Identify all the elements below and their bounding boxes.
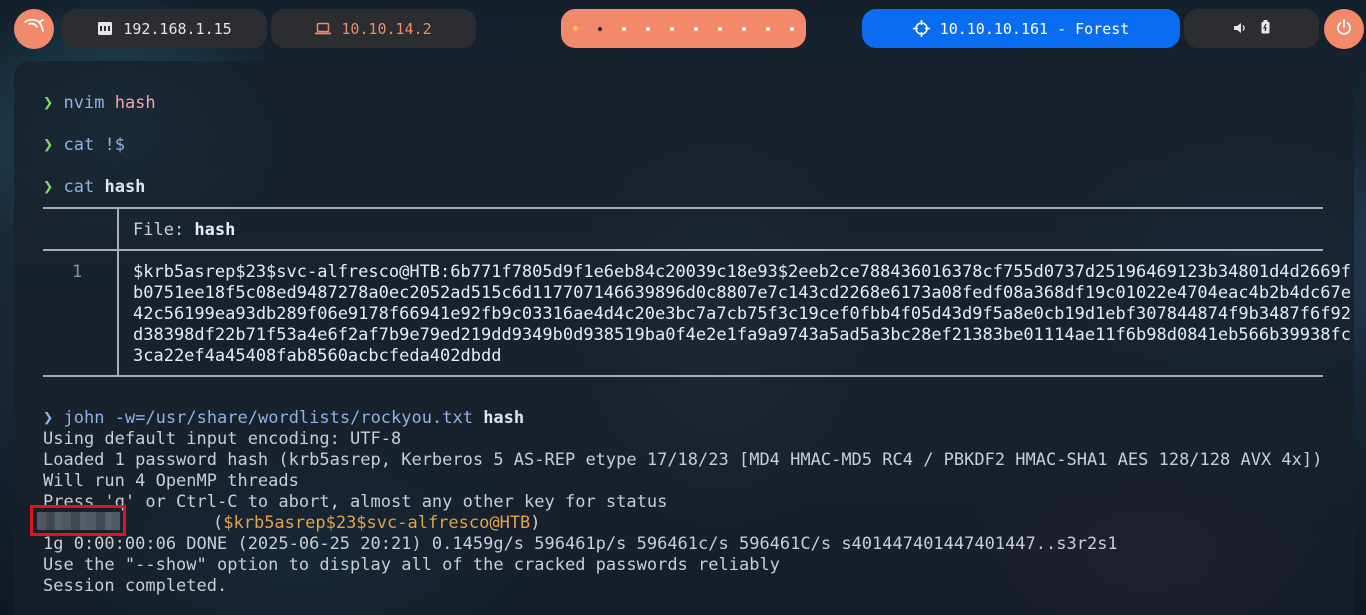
workspace-dot[interactable] bbox=[646, 26, 650, 31]
prompt-symbol: ❯ bbox=[43, 408, 54, 428]
workspace-dot[interactable] bbox=[573, 26, 578, 31]
cracked-user: $krb5asrep$23$svc-alfresco@HTB bbox=[223, 513, 531, 533]
prompt-symbol: ❯ bbox=[43, 93, 54, 113]
output-line: Loaded 1 password hash (krb5asrep, Kerbe… bbox=[43, 450, 1323, 470]
cracked-line: ($krb5asrep$23$svc-alfresco@HTB) bbox=[213, 513, 541, 534]
power-button[interactable] bbox=[1324, 9, 1364, 49]
workspace-dot[interactable] bbox=[718, 26, 722, 31]
vpn-ip-text: 10.10.14.2 bbox=[341, 19, 432, 38]
bat-header-rule bbox=[43, 249, 1323, 251]
status-line: 1g 0:00:00:06 DONE (2025-06-25 20:21) 0.… bbox=[43, 534, 1118, 554]
bat-top-rule bbox=[43, 207, 1323, 209]
bat-bottom-rule bbox=[43, 375, 1323, 377]
command-line: ❯ john -w=/usr/share/wordlists/rockyou.t… bbox=[43, 408, 524, 429]
terminal-window[interactable]: ❯ nvim hash ❯ cat !$ ❯ cat hash File: ha… bbox=[14, 61, 1354, 615]
command-name: john bbox=[63, 408, 105, 428]
command-arg: hash bbox=[114, 93, 156, 113]
hash-line: $krb5asrep$23$svc-alfresco@HTB:6b771f780… bbox=[133, 262, 1351, 282]
prompt-symbol: ❯ bbox=[43, 135, 54, 155]
kali-dragon-icon bbox=[23, 18, 45, 40]
hash-content[interactable]: $krb5asrep$23$svc-alfresco@HTB:6b771f780… bbox=[133, 262, 1351, 367]
workspace-dot-active[interactable] bbox=[598, 26, 602, 31]
bat-file-name: hash bbox=[194, 220, 236, 240]
local-ip-text: 192.168.1.15 bbox=[123, 19, 232, 38]
session-line: Session completed. bbox=[43, 576, 228, 596]
command-arg: hash bbox=[104, 177, 146, 197]
vpn-ip-widget[interactable]: 10.10.14.2 bbox=[271, 9, 476, 48]
redaction-highlight-box bbox=[30, 505, 126, 536]
workspace-dot[interactable] bbox=[790, 26, 794, 31]
paren-close: ) bbox=[530, 513, 541, 533]
top-bar: 192.168.1.15 10.10.14.2 10.10.10.161 - F… bbox=[0, 0, 1366, 58]
command-line: ❯ nvim hash bbox=[43, 93, 156, 114]
paren-open: ( bbox=[213, 513, 224, 533]
command-arg: !$ bbox=[104, 135, 125, 155]
crosshair-icon bbox=[912, 20, 930, 37]
command-name: cat bbox=[63, 177, 95, 197]
hash-line: b0751ee18f5c08ed9487278a0ec2052ad515c6d1… bbox=[133, 283, 1351, 303]
battery-icon[interactable] bbox=[1261, 19, 1270, 38]
hash-line: 3ca22ef4a45408fab8560acbcfeda402dbdd bbox=[133, 346, 502, 366]
output-line: Will run 4 OpenMP threads bbox=[43, 471, 299, 491]
prompt-symbol: ❯ bbox=[43, 177, 54, 197]
bat-header-divider bbox=[117, 207, 119, 249]
volume-icon[interactable] bbox=[1233, 20, 1247, 38]
workspace-dot[interactable] bbox=[694, 26, 698, 31]
workspace-dot[interactable] bbox=[742, 26, 746, 31]
command-line: ❯ cat hash bbox=[43, 177, 145, 198]
system-controls bbox=[1184, 9, 1319, 48]
hash-line: d38398df22b71f53a4e6f2af7b9e79ed219dd934… bbox=[133, 325, 1351, 345]
local-ip-widget[interactable]: 192.168.1.15 bbox=[62, 9, 267, 48]
bat-file-header: File: hash bbox=[133, 220, 235, 241]
bat-file-label: File: bbox=[133, 220, 195, 240]
output-line: Press 'q' or Ctrl-C to abort, almost any… bbox=[43, 492, 668, 512]
laptop-icon bbox=[315, 22, 332, 35]
target-text: 10.10.10.161 - Forest bbox=[939, 19, 1130, 38]
hash-line: 42c56199ea93db289f06e9178f66941e92fb9c03… bbox=[133, 304, 1351, 324]
line-number: 1 bbox=[72, 262, 83, 282]
ethernet-icon bbox=[97, 21, 113, 36]
power-icon bbox=[1336, 19, 1352, 39]
bat-gutter-divider bbox=[117, 249, 119, 375]
workspace-dot[interactable] bbox=[766, 26, 770, 31]
workspace-switcher bbox=[561, 9, 806, 48]
workspace-dot[interactable] bbox=[670, 26, 674, 31]
workspace-dot[interactable] bbox=[622, 26, 626, 31]
command-line: ❯ cat !$ bbox=[43, 135, 125, 156]
output-line: Using default input encoding: UTF-8 bbox=[43, 429, 402, 449]
command-flag: -w=/usr/share/wordlists/rockyou.txt bbox=[114, 408, 473, 428]
command-arg: hash bbox=[483, 408, 525, 428]
command-name: cat bbox=[63, 135, 95, 155]
command-name: nvim bbox=[63, 93, 105, 113]
target-widget[interactable]: 10.10.10.161 - Forest bbox=[862, 9, 1180, 48]
hint-line: Use the "--show" option to display all o… bbox=[43, 555, 780, 575]
kali-menu-button[interactable] bbox=[14, 9, 54, 49]
